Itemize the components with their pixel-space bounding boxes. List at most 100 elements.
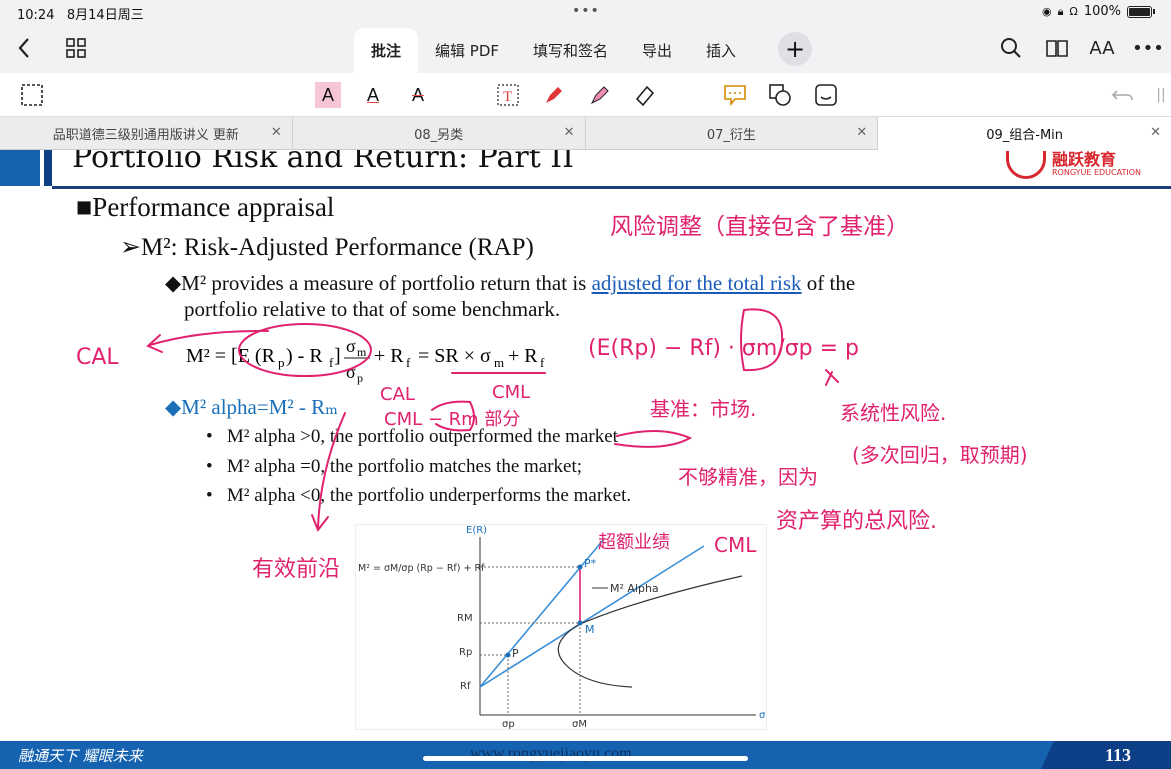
shapes-icon[interactable] [767, 82, 793, 108]
footer-motto: 融通天下 耀眼未来 [18, 747, 143, 765]
selection-icon[interactable] [19, 82, 45, 108]
rf-label: Rf [460, 681, 471, 692]
list-item: • M² alpha <0, the portfolio underperfor… [206, 485, 632, 506]
svg-text:f: f [406, 355, 411, 370]
rm-label: RM [457, 613, 473, 624]
rp-label: Rp [459, 647, 472, 658]
tab-insert[interactable]: 插入 [689, 28, 753, 73]
m2-formula: M² = [E (R p ) - R f ] σ m σ p + R f = S… [186, 336, 566, 392]
slide-title: Portfolio Risk and Return: Part II [72, 150, 575, 175]
svg-text:) - R: ) - R [286, 345, 323, 367]
eraser-icon[interactable] [632, 82, 658, 108]
status-bar: 10:24 8月14日周三 ••• ◉ 🔒︎ Ω 100% [0, 0, 1171, 24]
doc-tab-label: 09_组合-Min [986, 128, 1064, 143]
battery-percent: 100% [1083, 4, 1121, 19]
sigma-m-label: σM [572, 719, 587, 730]
undo-icon[interactable] [1110, 82, 1136, 108]
tab-fill-sign[interactable]: 填写和签名 [516, 28, 625, 73]
page-number: 113 [1104, 745, 1131, 765]
underline-text-icon[interactable]: A [360, 82, 386, 108]
title-bar-decoration [0, 150, 40, 186]
svg-text:m: m [494, 355, 504, 370]
search-icon[interactable] [995, 32, 1027, 64]
comment-icon[interactable] [722, 82, 748, 108]
close-icon[interactable]: ✕ [856, 125, 867, 140]
logo-cn: 融跃教育 [1051, 150, 1116, 169]
highlighted-link-text[interactable]: adjusted for the total risk [592, 271, 802, 295]
sticker-icon[interactable] [813, 82, 839, 108]
battery-tip [1153, 9, 1155, 14]
list-item: • M² alpha =0, the portfolio matches the… [206, 456, 583, 477]
section-heading: ■Performance appraisal [76, 192, 335, 222]
doc-tab[interactable]: 品职道德三级别通用版讲义 更新 ✕ [0, 117, 293, 150]
slide-footer: 融通天下 耀眼未来 www.rongyuejiaoyu.com 113 [0, 741, 1171, 769]
svg-text:σ: σ [346, 336, 356, 356]
mode-tabs: 批注 编辑 PDF 填写和签名 导出 插入 [354, 28, 753, 73]
svg-text:p: p [357, 371, 363, 385]
status-time: 10:24 8月14日周三 [17, 8, 144, 23]
status-right: ◉ 🔒︎ Ω 100% [1042, 4, 1155, 19]
y-axis-label: E(R) [466, 525, 487, 536]
multitasking-dots-icon[interactable]: ••• [572, 3, 600, 19]
doc-tab[interactable]: 08_另类 ✕ [293, 117, 586, 150]
doc-tab-active[interactable]: 09_组合-Min ✕ [878, 117, 1171, 150]
svg-text:T: T [503, 89, 512, 105]
close-icon[interactable]: ✕ [271, 125, 282, 140]
list-item: • M² alpha >0, the portfolio outperforme… [206, 426, 618, 447]
svg-text:f: f [540, 355, 545, 370]
back-icon[interactable] [8, 32, 40, 64]
svg-text:M² = [E (R: M² = [E (R [186, 345, 276, 367]
p-star-label: P* [584, 557, 597, 570]
title-underline [52, 186, 1171, 189]
title-bar-accent [44, 150, 52, 186]
svg-text:]: ] [334, 345, 341, 367]
svg-text:+ R: + R [374, 345, 404, 367]
doc-tab[interactable]: 07_衍生 ✕ [586, 117, 879, 150]
main-toolbar: 批注 编辑 PDF 填写和签名 导出 插入 + AA ••• [0, 24, 1171, 73]
text-size-icon[interactable]: AA [1086, 32, 1118, 64]
figure-formula: M² = σM/σp (Rp − Rf) + Rf [358, 563, 485, 574]
p-label: P [512, 647, 519, 660]
home-indicator[interactable] [423, 756, 748, 761]
paragraph-line-1: ◆M² provides a measure of portfolio retu… [165, 271, 856, 295]
annotation-toolbar: A A A T || [0, 73, 1171, 117]
battery-icon [1127, 5, 1152, 18]
close-icon[interactable]: ✕ [564, 125, 575, 140]
pause-icon[interactable]: || [1148, 82, 1171, 108]
svg-text:σ: σ [346, 362, 356, 382]
svg-text:m: m [357, 345, 367, 359]
pen-icon[interactable] [541, 82, 567, 108]
svg-text:p: p [278, 355, 285, 370]
text-box-icon[interactable]: T [495, 82, 521, 108]
m2-alpha-label: M² Alpha [610, 582, 659, 595]
strikethrough-text-icon[interactable]: A [405, 82, 431, 108]
m2-alpha-definition: ◆M² alpha=M² - Rₘ [165, 395, 339, 419]
more-icon[interactable]: ••• [1132, 32, 1164, 64]
add-button[interactable]: + [778, 32, 812, 66]
highlight-text-icon[interactable]: A [315, 82, 341, 108]
tab-export[interactable]: 导出 [625, 28, 689, 73]
lock-icon: 🔒︎ [1057, 4, 1064, 18]
x-axis-label: σ [759, 710, 766, 721]
headphones-icon: Ω [1069, 5, 1078, 18]
reading-mode-icon[interactable] [1041, 32, 1073, 64]
logo-en: RONGYUE EDUCATION [1051, 168, 1141, 177]
svg-text:= SR × σ: = SR × σ [418, 345, 491, 367]
doc-tab-label: 08_另类 [414, 128, 464, 143]
sigma-p-label: σp [502, 719, 515, 730]
doc-tab-label: 07_衍生 [706, 128, 756, 143]
subsection-heading: ➢M²: Risk-Adjusted Performance (RAP) [120, 234, 534, 261]
location-icon: ◉ [1041, 5, 1052, 18]
tab-annotate[interactable]: 批注 [354, 28, 419, 73]
logo-mark-icon [1005, 151, 1046, 179]
grid-view-icon[interactable] [60, 32, 92, 64]
close-icon[interactable]: ✕ [1150, 125, 1161, 140]
highlighter-icon[interactable] [587, 82, 613, 108]
tab-edit-pdf[interactable]: 编辑 PDF [418, 28, 516, 73]
brand-logo: 融跃教育 RONGYUE EDUCATION [1005, 150, 1141, 180]
m2-diagram: E(R) σ P* M² Alpha M P RM Rp Rf σp σM M²… [355, 524, 767, 730]
document-tabs: 品职道德三级别通用版讲义 更新 ✕ 08_另类 ✕ 07_衍生 ✕ 09_组合-Min… [0, 117, 1171, 150]
pdf-page[interactable]: Portfolio Risk and Return: Part II 融跃教育 … [0, 150, 1171, 769]
svg-text:+ R: + R [508, 345, 538, 367]
doc-tab-label: 品职道德三级别通用版讲义 更新 [52, 128, 239, 143]
